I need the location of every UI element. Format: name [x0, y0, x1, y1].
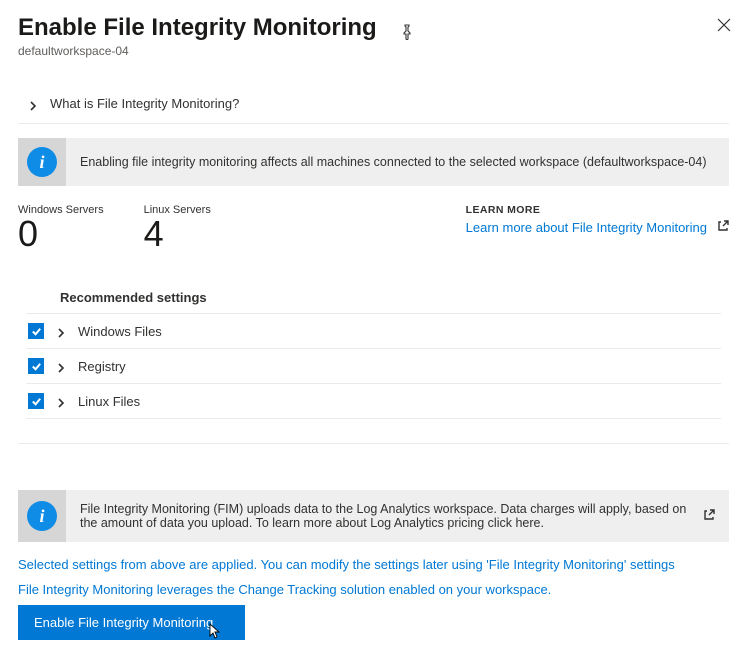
learn-more-heading: LEARN MORE: [466, 204, 729, 216]
setting-label: Windows Files: [78, 324, 162, 339]
note-change-tracking: File Integrity Monitoring leverages the …: [18, 582, 729, 597]
setting-linux-files[interactable]: Linux Files: [26, 383, 721, 419]
info-icon: i: [18, 138, 66, 186]
info-banner-text: File Integrity Monitoring (FIM) uploads …: [66, 494, 703, 538]
chevron-right-icon: [56, 396, 66, 406]
stat-linux-servers: Linux Servers 4: [144, 204, 211, 252]
cursor-icon: [207, 622, 223, 643]
external-link-icon: [717, 220, 729, 235]
button-label: Enable File Integrity Monitoring: [34, 615, 213, 630]
settings-heading: Recommended settings: [26, 290, 721, 313]
setting-label: Linux Files: [78, 394, 140, 409]
stat-windows-servers: Windows Servers 0: [18, 204, 104, 252]
recommended-settings: Recommended settings Windows Files Regis…: [18, 290, 729, 419]
what-is-fim-expander[interactable]: What is File Integrity Monitoring?: [18, 86, 729, 124]
chevron-right-icon: [28, 99, 38, 109]
learn-more-link-text: Learn more about File Integrity Monitori…: [466, 220, 707, 235]
stats-row: Windows Servers 0 Linux Servers 4 LEARN …: [18, 204, 729, 252]
section-divider: [18, 443, 729, 444]
setting-windows-files[interactable]: Windows Files: [26, 313, 721, 348]
setting-registry[interactable]: Registry: [26, 348, 721, 383]
checkbox-icon[interactable]: [28, 393, 44, 409]
checkbox-icon[interactable]: [28, 323, 44, 339]
setting-label: Registry: [78, 359, 126, 374]
checkbox-icon[interactable]: [28, 358, 44, 374]
info-icon: i: [18, 490, 66, 542]
learn-more-block: LEARN MORE Learn more about File Integri…: [466, 204, 729, 252]
chevron-right-icon: [56, 361, 66, 371]
chevron-right-icon: [56, 326, 66, 336]
pin-icon[interactable]: [395, 20, 411, 36]
close-icon[interactable]: [713, 14, 729, 30]
page-title: Enable File Integrity Monitoring: [18, 14, 377, 42]
page-header: Enable File Integrity Monitoring default…: [18, 14, 729, 58]
learn-more-link[interactable]: Learn more about File Integrity Monitori…: [466, 220, 729, 235]
note-selected-settings: Selected settings from above are applied…: [18, 556, 729, 574]
stat-value: 0: [18, 216, 104, 252]
expander-label: What is File Integrity Monitoring?: [50, 96, 239, 111]
info-banner-text: Enabling file integrity monitoring affec…: [66, 147, 729, 177]
external-link-icon[interactable]: [703, 509, 715, 524]
info-banner-pricing: i File Integrity Monitoring (FIM) upload…: [18, 490, 729, 542]
stat-value: 4: [144, 216, 211, 252]
page-subtitle: defaultworkspace-04: [18, 44, 713, 58]
info-banner-workspace: i Enabling file integrity monitoring aff…: [18, 138, 729, 186]
enable-fim-button[interactable]: Enable File Integrity Monitoring: [18, 605, 245, 640]
